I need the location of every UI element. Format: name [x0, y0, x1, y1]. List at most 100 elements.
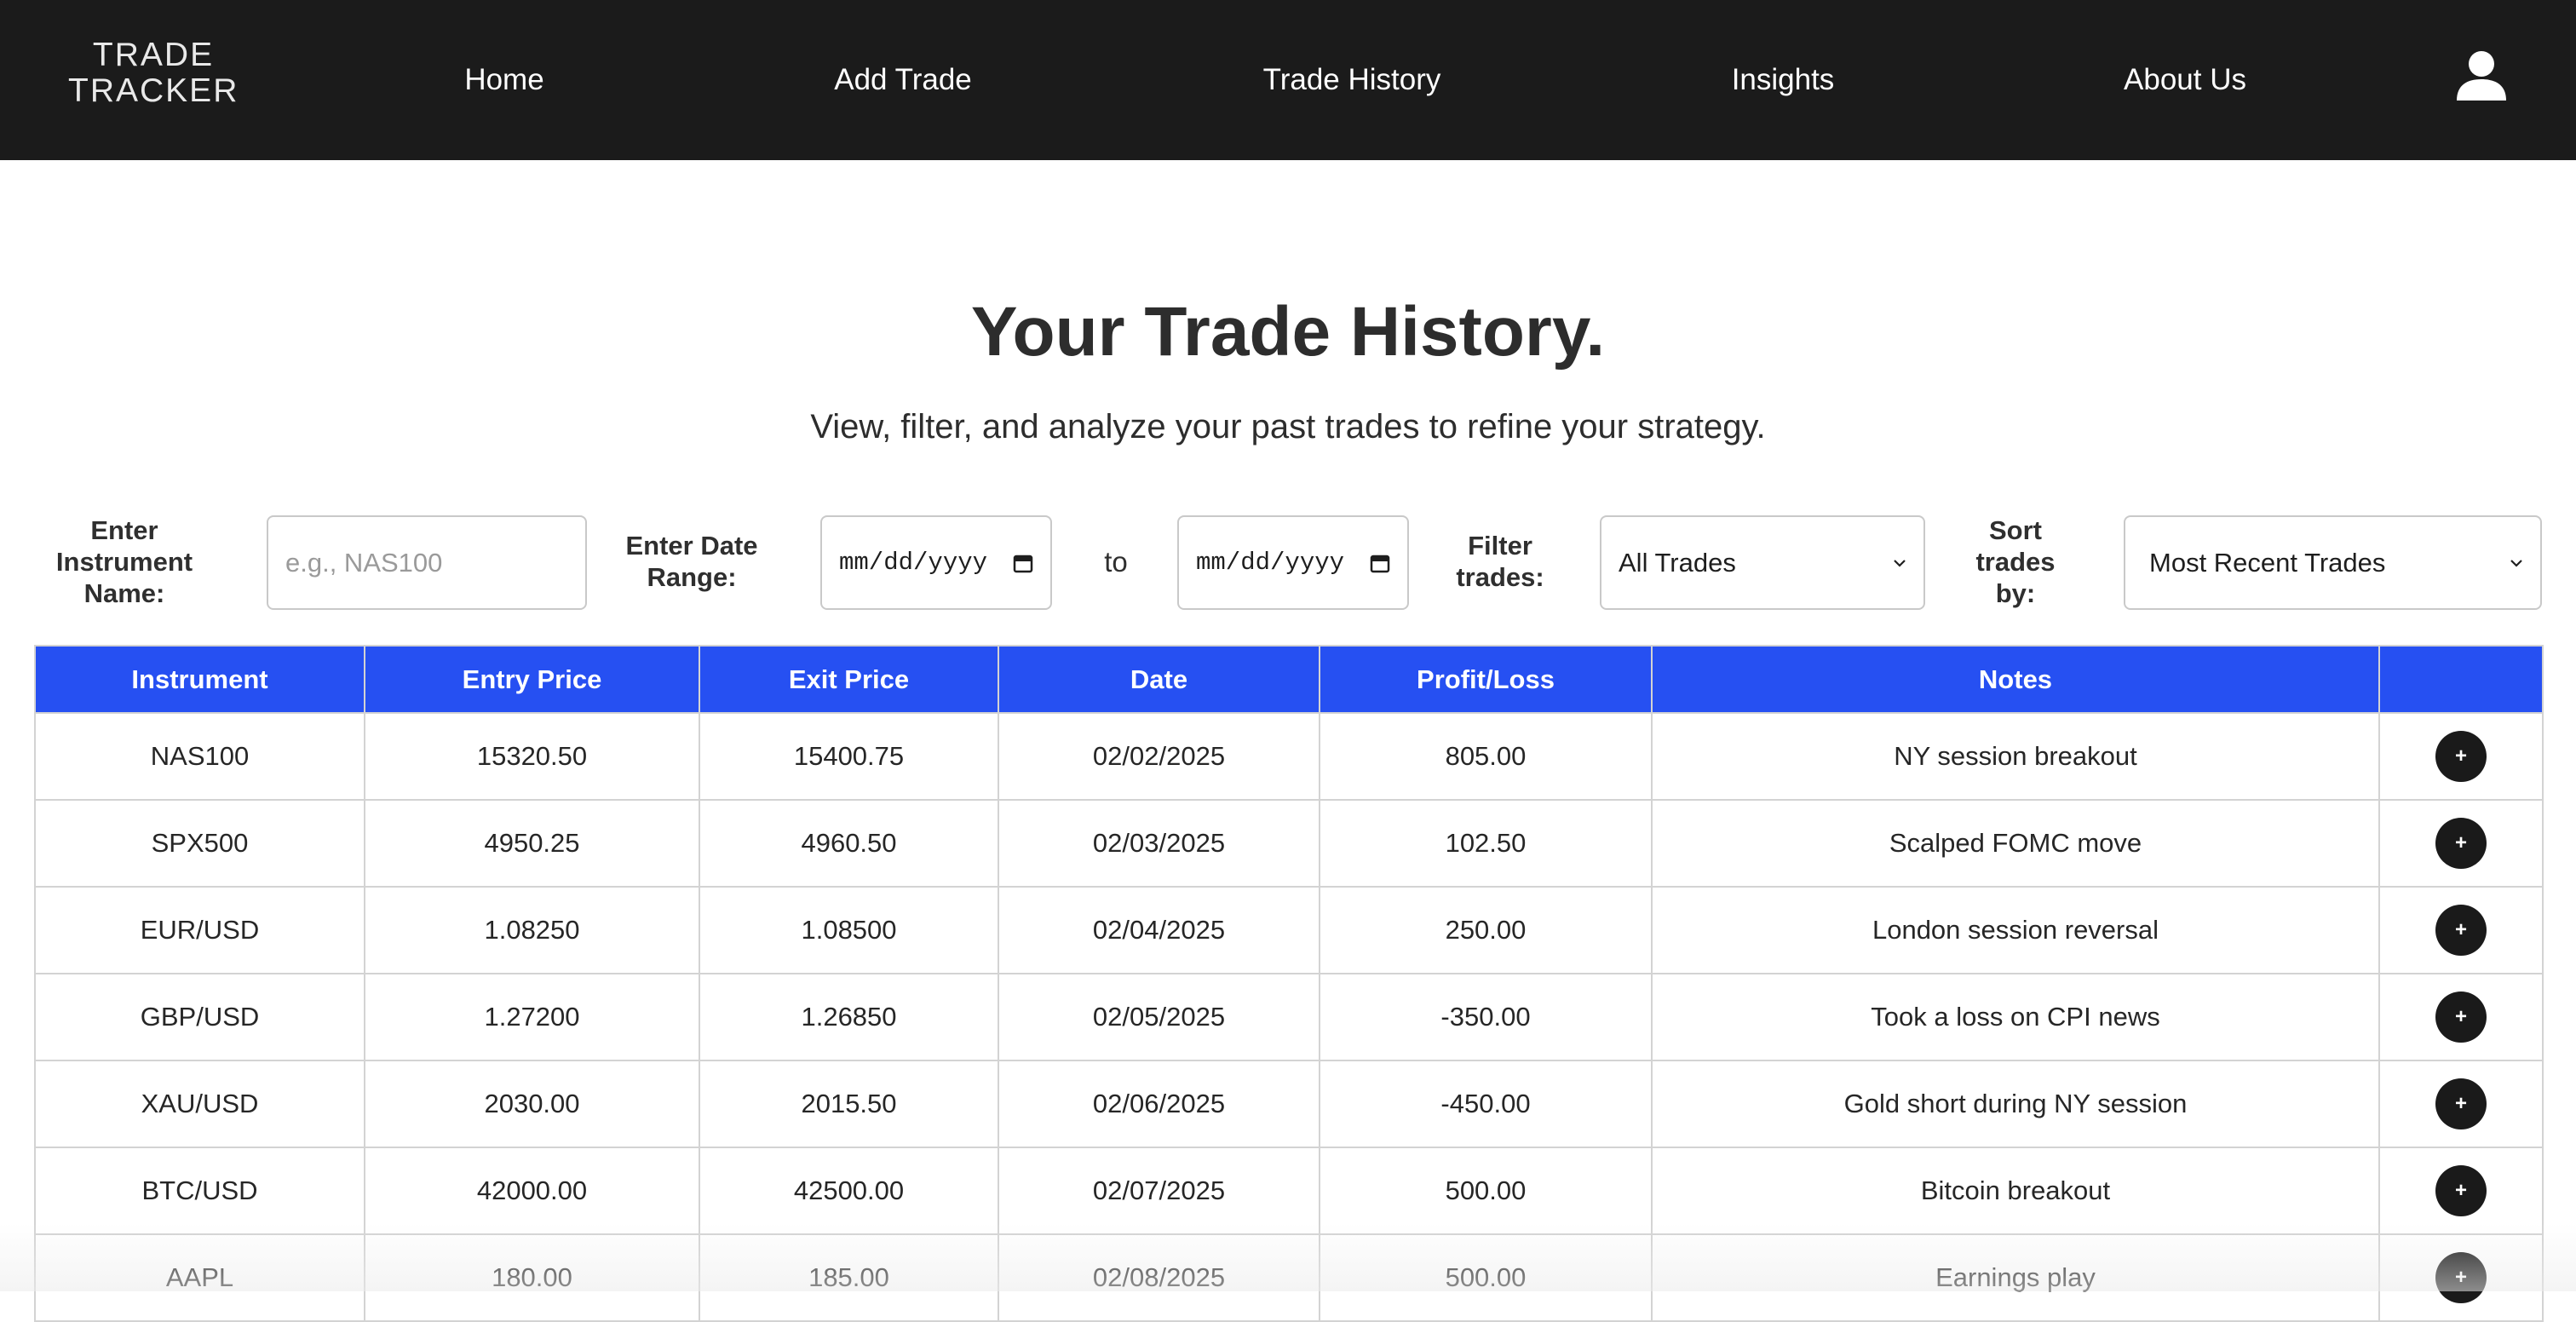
add-details-button[interactable]: + — [2435, 731, 2487, 782]
nav-home[interactable]: Home — [464, 60, 543, 101]
trade-history-table: Instrument Entry Price Exit Price Date P… — [34, 645, 2544, 1322]
instrument-label-line3: Name: — [83, 578, 165, 608]
calendar-icon[interactable] — [1370, 553, 1390, 573]
cell-actions: + — [2378, 973, 2544, 1061]
top-navbar: TRADE TRACKER Home Add Trade Trade Histo… — [0, 0, 2576, 160]
cell-instrument: EUR/USD — [34, 886, 365, 974]
cell-date: 02/08/2025 — [998, 1233, 1320, 1322]
cell-notes: Took a loss on CPI news — [1651, 973, 2380, 1061]
instrument-label: Enter Instrument Name: — [41, 514, 208, 609]
cell-notes: Gold short during NY session — [1651, 1060, 2380, 1148]
filter-trades-label: Filter trades: — [1431, 530, 1569, 593]
cell-notes: Earnings play — [1651, 1233, 2380, 1322]
brand-logo-line2: TRACKER — [68, 72, 239, 109]
table-row: NAS100 15320.50 15400.75 02/02/2025 805.… — [34, 712, 2544, 801]
table-row: GBP/USD 1.27200 1.26850 02/05/2025 -350.… — [34, 973, 2544, 1061]
cell-entry-price: 2030.00 — [364, 1060, 700, 1148]
cell-exit-price: 185.00 — [699, 1233, 999, 1322]
instrument-label-line1: Enter — [90, 515, 158, 545]
instrument-label-line2: Instrument — [55, 547, 193, 577]
add-details-button[interactable]: + — [2435, 1252, 2487, 1303]
nav-about-us[interactable]: About Us — [2124, 60, 2246, 101]
column-header-notes[interactable]: Notes — [1651, 645, 2380, 714]
sort-label-line1: Sort — [1989, 515, 2042, 545]
cell-notes: Scalped FOMC move — [1651, 799, 2380, 888]
cell-actions: + — [2378, 799, 2544, 888]
cell-exit-price: 42500.00 — [699, 1147, 999, 1235]
brand-logo[interactable]: TRADE TRACKER — [68, 37, 239, 109]
table-row: XAU/USD 2030.00 2015.50 02/06/2025 -450.… — [34, 1060, 2544, 1148]
column-header-entry-price[interactable]: Entry Price — [364, 645, 700, 714]
cell-notes: NY session breakout — [1651, 712, 2380, 801]
table-row: AAPL 180.00 185.00 02/08/2025 500.00 Ear… — [34, 1233, 2544, 1322]
end-date-placeholder: mm/dd/yyyy — [1196, 549, 1345, 577]
cell-instrument: XAU/USD — [34, 1060, 365, 1148]
column-header-profit-loss[interactable]: Profit/Loss — [1319, 645, 1653, 714]
page-title: Your Trade History. — [970, 293, 1606, 371]
user-icon[interactable] — [2453, 48, 2510, 104]
sort-label-line2: trades — [1975, 547, 2056, 577]
column-header-date[interactable]: Date — [998, 645, 1320, 714]
cell-entry-price: 15320.50 — [364, 712, 700, 801]
filter-trades-label-line1: Filter — [1468, 531, 1532, 560]
cell-entry-price: 4950.25 — [364, 799, 700, 888]
chevron-down-icon — [1894, 560, 1906, 567]
cell-notes: London session reversal — [1651, 886, 2380, 974]
add-details-button[interactable]: + — [2435, 1165, 2487, 1216]
cell-profit-loss: 102.50 — [1319, 799, 1653, 888]
table-row: BTC/USD 42000.00 42500.00 02/07/2025 500… — [34, 1147, 2544, 1235]
cell-instrument: GBP/USD — [34, 973, 365, 1061]
date-range-label-line1: Enter Date — [625, 531, 758, 560]
nav-add-trade[interactable]: Add Trade — [834, 60, 972, 101]
instrument-placeholder: e.g., NAS100 — [285, 547, 443, 578]
sort-selected: Most Recent Trades — [2149, 547, 2386, 578]
sort-label-line3: by: — [1995, 578, 2036, 608]
add-details-button[interactable]: + — [2435, 992, 2487, 1043]
cell-profit-loss: -450.00 — [1319, 1060, 1653, 1148]
cell-entry-price: 180.00 — [364, 1233, 700, 1322]
cell-date: 02/05/2025 — [998, 973, 1320, 1061]
cell-notes: Bitcoin breakout — [1651, 1147, 2380, 1235]
page-subtitle: View, filter, and analyze your past trad… — [810, 408, 1766, 445]
chevron-down-icon — [2510, 560, 2522, 567]
filter-trades-select[interactable]: All Trades — [1600, 515, 1925, 610]
add-details-button[interactable]: + — [2435, 905, 2487, 956]
cell-instrument: AAPL — [34, 1233, 365, 1322]
calendar-icon[interactable] — [1013, 553, 1033, 573]
add-details-button[interactable]: + — [2435, 1078, 2487, 1129]
cell-exit-price: 1.26850 — [699, 973, 999, 1061]
instrument-search-input[interactable]: e.g., NAS100 — [267, 515, 587, 610]
cell-profit-loss: 250.00 — [1319, 886, 1653, 974]
end-date-input[interactable]: mm/dd/yyyy — [1177, 515, 1409, 610]
table-header-row: Instrument Entry Price Exit Price Date P… — [34, 645, 2544, 714]
column-header-instrument[interactable]: Instrument — [34, 645, 365, 714]
column-header-exit-price[interactable]: Exit Price — [699, 645, 999, 714]
column-header-actions — [2378, 645, 2544, 714]
cell-exit-price: 4960.50 — [699, 799, 999, 888]
filter-trades-selected: All Trades — [1619, 547, 1736, 578]
cell-actions: + — [2378, 712, 2544, 801]
cell-exit-price: 1.08500 — [699, 886, 999, 974]
cell-profit-loss: 805.00 — [1319, 712, 1653, 801]
cell-date: 02/03/2025 — [998, 799, 1320, 888]
add-details-button[interactable]: + — [2435, 818, 2487, 869]
sort-select[interactable]: Most Recent Trades — [2124, 515, 2542, 610]
cell-profit-loss: 500.00 — [1319, 1233, 1653, 1322]
cell-actions: + — [2378, 1060, 2544, 1148]
nav-insights[interactable]: Insights — [1732, 60, 1835, 101]
date-range-to-label: to — [1104, 546, 1128, 578]
date-range-label: Enter Date Range: — [613, 530, 770, 593]
cell-date: 02/02/2025 — [998, 712, 1320, 801]
table-row: EUR/USD 1.08250 1.08500 02/04/2025 250.0… — [34, 886, 2544, 974]
cell-entry-price: 42000.00 — [364, 1147, 700, 1235]
table-row: SPX500 4950.25 4960.50 02/03/2025 102.50… — [34, 799, 2544, 888]
date-range-label-line2: Range: — [647, 562, 737, 592]
brand-logo-line1: TRADE — [92, 37, 215, 73]
nav-trade-history[interactable]: Trade History — [1263, 60, 1441, 101]
cell-date: 02/06/2025 — [998, 1060, 1320, 1148]
cell-date: 02/04/2025 — [998, 886, 1320, 974]
sort-label: Sort trades by: — [1956, 514, 2075, 609]
start-date-input[interactable]: mm/dd/yyyy — [820, 515, 1052, 610]
cell-actions: + — [2378, 1233, 2544, 1322]
cell-actions: + — [2378, 1147, 2544, 1235]
